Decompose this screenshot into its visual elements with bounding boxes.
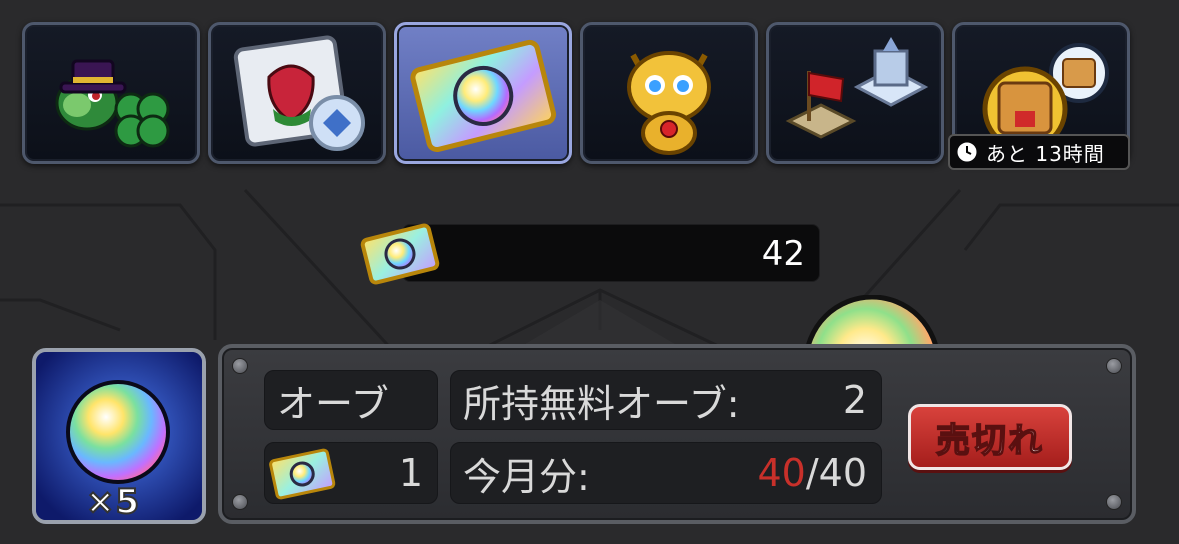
tab-base[interactable] (766, 22, 944, 164)
screw-decoration (1106, 358, 1122, 374)
clock-icon (957, 142, 977, 162)
event-timer: あと 13時間 (948, 134, 1130, 170)
product-slot: ×5 (32, 348, 206, 524)
free-orbs-cell: 所持無料オーブ: 2 (450, 370, 882, 430)
ticket-cost-cell: 1 (264, 442, 438, 504)
castle-flag-icon (785, 37, 929, 139)
ticket-balance-value: 42 (761, 234, 805, 274)
screw-decoration (232, 494, 248, 510)
monthly-used-value: 40 (757, 451, 806, 495)
monthly-limit-cell: 今月分: 40/40 (450, 442, 882, 504)
ticket-balance-bar: 42 (402, 224, 820, 282)
tab-orb-ticket[interactable] (394, 22, 572, 164)
golden-dragon-monster-icon (627, 51, 711, 155)
free-orbs-label: 所持無料オーブ: (463, 381, 740, 426)
sold-out-button[interactable]: 売切れ (908, 404, 1072, 470)
tab-monster[interactable] (580, 22, 758, 164)
screw-decoration (1106, 494, 1122, 510)
rainbow-orb-ticket-icon (410, 39, 557, 153)
frog-top-hat-clover-icon (55, 59, 170, 148)
item-name-cell: オーブ (264, 370, 438, 430)
free-orbs-value: 2 (842, 378, 867, 422)
sold-out-label: 売切れ (935, 420, 1044, 462)
orb-ticket-icon (269, 448, 336, 500)
product-quantity: ×5 (85, 481, 141, 522)
monthly-total-value: /40 (805, 451, 867, 495)
ticket-cost-value: 1 (398, 451, 423, 495)
timer-label: あと 13時間 (986, 141, 1105, 166)
screw-decoration (232, 358, 248, 374)
item-name: オーブ (277, 381, 389, 426)
tab-luck[interactable] (22, 22, 200, 164)
category-tab-bar: あと 13時間 (0, 0, 1179, 184)
fruit-card-icon (233, 35, 365, 151)
orb-ticket-icon (360, 223, 440, 285)
monthly-limit-label: 今月分: (463, 454, 590, 499)
tab-item[interactable] (208, 22, 386, 164)
